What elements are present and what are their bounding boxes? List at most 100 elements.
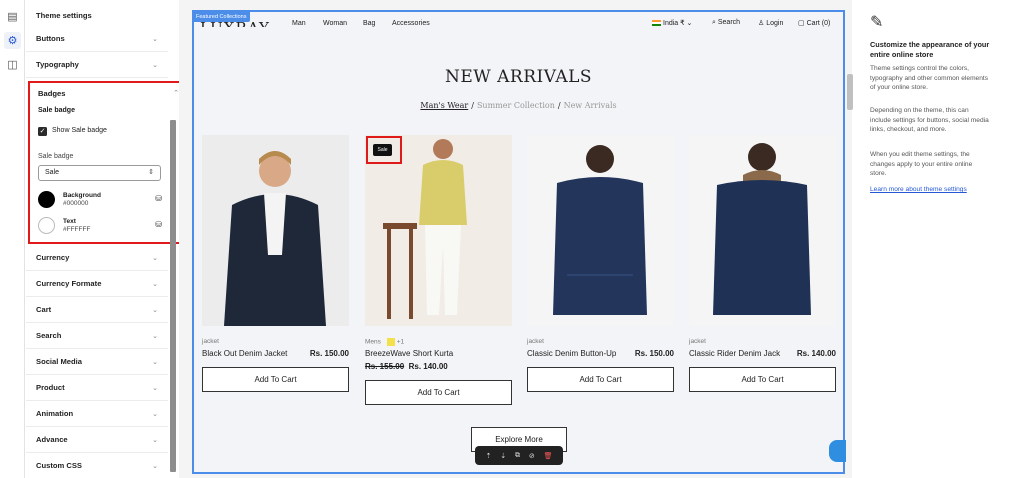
chevron-down-icon: ⌄ (152, 411, 158, 418)
gear-icon[interactable]: ⚙ (4, 32, 21, 49)
chevron-down-icon: ⌄ (152, 255, 158, 262)
nav-man[interactable]: Man (292, 20, 306, 27)
show-sale-badge-label: Show Sale badge (52, 127, 107, 134)
product-type: jacket (689, 338, 706, 345)
move-down-icon[interactable]: ⇣ (500, 452, 506, 460)
product-name[interactable]: Classic Rider Denim Jack (689, 349, 780, 358)
section-heading: NEW ARRIVALS (444, 67, 593, 87)
section-buttons[interactable]: Buttons ⌄ (26, 26, 168, 52)
text-color-name: Text (63, 218, 76, 225)
breadcrumb-sep: / (557, 101, 561, 110)
product-name[interactable]: Classic Denim Button-Up (527, 349, 616, 358)
section-advance[interactable]: Advance ⌄ (26, 427, 168, 453)
search-icon: ⌕ (712, 19, 716, 26)
featured-collections-tag[interactable]: Featured Collections (192, 12, 251, 22)
breadcrumb-mid[interactable]: Summer Collection (477, 101, 555, 110)
breadcrumb-last[interactable]: New Arrivals (564, 101, 617, 110)
settings-scrollbar-thumb[interactable] (170, 120, 176, 472)
breadcrumb-current[interactable]: Man's Wear (420, 101, 468, 110)
section-currency-formate[interactable]: Currency Formate ⌄ (26, 271, 168, 297)
chevron-down-icon: ⌄ (152, 333, 158, 340)
section-product[interactable]: Product ⌄ (26, 375, 168, 401)
search-link[interactable]: ⌕ Search (712, 19, 740, 27)
block-toolbar: ⇡ ⇣ ⧉ ⊘ 🗑 (475, 446, 563, 465)
user-icon: ♙ (758, 20, 765, 27)
section-currency[interactable]: Currency ⌄ (26, 245, 168, 271)
chevron-down-icon: ⌄ (152, 359, 158, 366)
learn-more-link[interactable]: Learn more about theme settings (870, 186, 967, 193)
add-to-cart-button[interactable]: Add To Cart (527, 367, 674, 392)
product-price: Rs. 150.00 (309, 349, 349, 358)
product-price-row: Rs. 155.00 Rs. 140.00 (365, 362, 448, 371)
product-price: Rs. 140.00 (796, 349, 836, 358)
database-icon[interactable]: ⛁ (155, 220, 162, 229)
chevron-down-icon: ⌄ (152, 307, 158, 314)
product-image[interactable] (202, 135, 349, 326)
chevron-down-icon: ⌄ (152, 463, 158, 470)
product-image[interactable] (527, 135, 674, 326)
product-name[interactable]: BreezeWave Short Kurta (365, 349, 453, 358)
section-badges-title[interactable]: Badges (38, 89, 65, 98)
hide-icon[interactable]: ⊘ (529, 452, 535, 460)
section-typography[interactable]: Typography ⌄ (26, 52, 168, 78)
chevron-down-icon: ⌄ (152, 36, 158, 43)
section-animation[interactable]: Animation ⌄ (26, 401, 168, 427)
background-color-hex: #000000 (63, 200, 89, 207)
add-to-cart-button[interactable]: Add To Cart (202, 367, 349, 392)
add-to-cart-button[interactable]: Add To Cart (689, 367, 836, 392)
more-swatches[interactable]: +1 (397, 339, 404, 346)
section-cart[interactable]: Cart ⌄ (26, 297, 168, 323)
text-color-setting[interactable]: Text #FFFFFF ⛁ (38, 217, 164, 239)
settings-scrollbar[interactable] (170, 8, 176, 474)
background-color-setting[interactable]: Background #000000 ⛁ (38, 191, 164, 213)
layout-icon[interactable]: ▤ (4, 8, 21, 25)
panel-title: Theme settings (36, 10, 92, 20)
sale-badge-select[interactable]: Sale ⇕ (38, 165, 161, 181)
icon-rail: ▤ ⚙ ◫ (0, 0, 25, 478)
help-paragraph: Theme settings control the colors, typog… (870, 65, 989, 91)
preview-scrollbar[interactable] (847, 8, 853, 474)
sale-badge-select-label: Sale badge (38, 153, 74, 160)
theme-editor: ▤ ⚙ ◫ Theme settings Buttons ⌄ Typography… (0, 0, 1024, 478)
product-price: Rs. 140.00 (408, 362, 448, 371)
login-link[interactable]: ♙ Login (758, 19, 783, 27)
product-image[interactable] (689, 135, 836, 326)
preview-scrollbar-thumb[interactable] (847, 74, 853, 110)
text-color-swatch[interactable] (38, 217, 55, 234)
nav-bag[interactable]: Bag (363, 20, 375, 27)
duplicate-icon[interactable]: ⧉ (515, 452, 520, 460)
breadcrumb: Man's Wear / Summer Collection / New Arrival… (192, 101, 845, 110)
help-title: Customize the appearance of your entire … (870, 40, 990, 59)
background-color-swatch[interactable] (38, 191, 55, 208)
product-type: jacket (527, 338, 544, 345)
paint-bucket-icon: ✎ (870, 14, 884, 31)
region-selector[interactable]: India ₹ ⌄ (652, 19, 692, 27)
section-custom-css[interactable]: Custom CSS ⌄ (26, 453, 168, 478)
background-color-name: Background (63, 192, 101, 199)
help-paragraph: Depending on the theme, this can include… (870, 107, 989, 133)
nav-woman[interactable]: Woman (323, 20, 347, 27)
add-to-cart-button[interactable]: Add To Cart (365, 380, 512, 405)
chat-widget-icon[interactable] (829, 440, 846, 462)
sale-badge: Sale (373, 144, 392, 156)
product-old-price: Rs. 155.00 (365, 362, 405, 371)
product-type: Mens +1 (365, 338, 405, 346)
move-up-icon[interactable]: ⇡ (485, 452, 491, 460)
chevron-down-icon: ⌄ (152, 437, 158, 444)
section-badges: Badges ⌃ Sale badge ✓ Show Sale badge Sa… (28, 81, 191, 244)
apps-icon[interactable]: ◫ (4, 56, 21, 73)
section-search[interactable]: Search ⌄ (26, 323, 168, 349)
product-type: jacket (202, 338, 219, 345)
delete-icon[interactable]: 🗑 (544, 452, 553, 460)
chevron-down-icon: ⌄ (152, 385, 158, 392)
cart-link[interactable]: ▢ Cart (0) (798, 19, 830, 27)
product-name[interactable]: Black Out Denim Jacket (202, 349, 287, 358)
nav-accessories[interactable]: Accessories (392, 20, 430, 27)
database-icon[interactable]: ⛁ (155, 194, 162, 203)
cart-icon: ▢ (798, 20, 805, 27)
sale-badge-select-value: Sale (45, 169, 60, 176)
color-swatch[interactable] (386, 338, 395, 346)
sale-badge-heading: Sale badge (38, 107, 75, 114)
section-social-media[interactable]: Social Media ⌄ (26, 349, 168, 375)
show-sale-badge-checkbox[interactable]: ✓ (38, 127, 47, 136)
